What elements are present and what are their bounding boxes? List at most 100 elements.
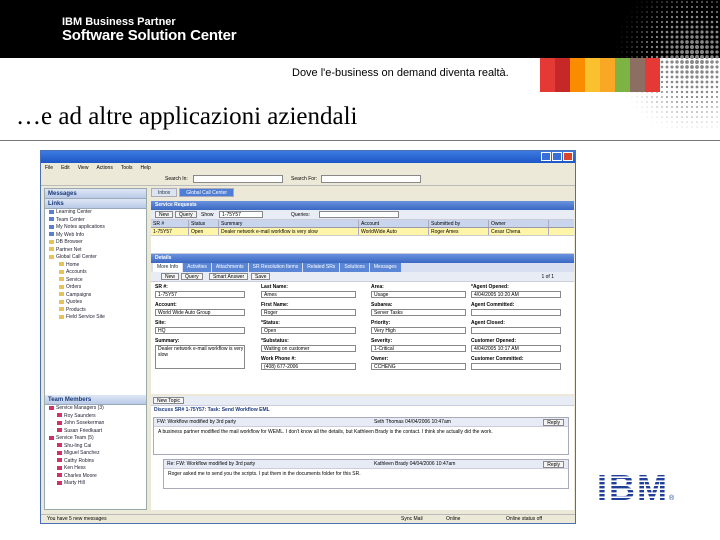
menu-view[interactable]: View — [78, 165, 89, 171]
link-item[interactable]: Campaigns — [45, 292, 146, 300]
sr-grid-row[interactable]: 1-75Y57 Open Dealer network e-mail workflo… — [151, 228, 574, 236]
team-item[interactable]: Service Team (5) — [45, 435, 146, 443]
search-for-input[interactable] — [321, 175, 421, 183]
pattern-dot — [680, 80, 684, 84]
tab-inbox[interactable]: Inbox — [151, 188, 178, 197]
severity-field[interactable]: 1-Critical — [371, 345, 466, 352]
pattern-dot — [670, 40, 674, 44]
pattern-dot — [711, 116, 713, 118]
show-select[interactable]: 1-75Y57 — [219, 211, 263, 218]
new-topic-button[interactable]: New Topic — [153, 397, 184, 404]
sr-column-header[interactable]: Submitted by — [429, 220, 489, 227]
team-item[interactable]: Miguel Sanchez — [45, 450, 146, 458]
link-item[interactable]: Global Call Center — [45, 254, 146, 262]
memo-1-subject[interactable]: FW: Workflow modified by 3rd party — [157, 419, 236, 425]
details-subtab[interactable]: Attachments — [211, 263, 248, 272]
link-item[interactable]: Quotes — [45, 299, 146, 307]
menu-edit[interactable]: Edit — [61, 165, 70, 171]
link-item[interactable]: Orders — [45, 284, 146, 292]
team-item[interactable]: Ken Hess — [45, 465, 146, 473]
link-item[interactable]: Home — [45, 262, 146, 270]
sr-column-header[interactable]: Summary — [219, 220, 359, 227]
messages-header[interactable]: Messages — [45, 189, 146, 199]
details-subtab[interactable]: Solutions — [340, 263, 369, 272]
team-item[interactable]: Cathy Robins — [45, 458, 146, 466]
link-item[interactable]: Products — [45, 307, 146, 315]
priority-field[interactable]: Very High — [371, 327, 466, 334]
customer-committed-field[interactable] — [471, 363, 561, 370]
agent-opened-field[interactable]: 4/04/2005 10:20 AM — [471, 291, 561, 298]
tab-global-call-center[interactable]: Global Call Center — [179, 188, 235, 197]
sr-column-header[interactable]: Account — [359, 220, 429, 227]
status-field[interactable]: Open — [261, 327, 356, 334]
link-item[interactable]: Accounts — [45, 269, 146, 277]
menu-actions[interactable]: Actions — [96, 165, 112, 171]
memo-2-reply-button[interactable]: Reply — [543, 461, 564, 468]
work-phone-field[interactable]: (408) 677-2006 — [261, 363, 356, 370]
area-field[interactable]: Usage — [371, 291, 466, 298]
team-item[interactable]: Marty Hill — [45, 480, 146, 488]
close-icon[interactable] — [563, 152, 573, 161]
queries-select[interactable] — [319, 211, 399, 218]
details-subtab[interactable]: Messages — [369, 263, 401, 272]
menu-help[interactable]: Help — [141, 165, 151, 171]
team-item[interactable]: Shu-ling Cai — [45, 443, 146, 451]
team-members-header[interactable]: Team Members — [45, 395, 146, 405]
agent-closed-field[interactable] — [471, 327, 561, 334]
owner-field[interactable]: CCHENG — [371, 363, 466, 370]
link-item[interactable]: My Web Info — [45, 232, 146, 240]
details-subtab[interactable]: Related SRs — [303, 263, 340, 272]
team-item[interactable]: John Sosekerman — [45, 420, 146, 428]
link-item[interactable]: Field Service Site — [45, 314, 146, 322]
details-new-button[interactable]: New — [161, 273, 180, 280]
team-item[interactable]: Susan Friedkaart — [45, 428, 146, 436]
team-item[interactable]: Service Managers (3) — [45, 405, 146, 413]
maximize-icon[interactable] — [552, 152, 562, 161]
link-item[interactable]: Learning Center — [45, 209, 146, 217]
pattern-dot — [636, 21, 638, 23]
agent-committed-field[interactable] — [471, 309, 561, 316]
link-item[interactable]: Service — [45, 277, 146, 285]
link-label: Quotes — [66, 299, 83, 305]
search-in-field[interactable] — [193, 175, 283, 183]
details-save-button[interactable]: Save — [251, 273, 271, 280]
links-header[interactable]: Links — [45, 199, 146, 209]
first-name-field[interactable]: Roger — [261, 309, 356, 316]
sr-field[interactable]: 1-75Y57 — [155, 291, 245, 298]
link-item[interactable]: DB Browser — [45, 239, 146, 247]
details-subtab[interactable]: SR Resolution Items — [248, 263, 303, 272]
link-item[interactable]: Team Center — [45, 217, 146, 225]
summary-field[interactable]: Dealer network e-mail workflow is very s… — [155, 345, 245, 369]
smart-answer-button[interactable]: Smart Answer — [209, 273, 249, 280]
link-item[interactable]: Partner Net — [45, 247, 146, 255]
pattern-dot — [670, 75, 674, 79]
customer-opened-field[interactable]: 4/04/2005 10:17 AM — [471, 345, 561, 352]
details-subtab[interactable]: Activities — [183, 263, 211, 272]
menu-tools[interactable]: Tools — [121, 165, 133, 171]
sr-column-header[interactable]: Owner — [489, 220, 549, 227]
pattern-dot — [681, 101, 683, 103]
query-sr-button[interactable]: Query — [175, 211, 197, 218]
substatus-field[interactable]: Waiting on customer — [261, 345, 356, 352]
thread-title[interactable]: Discuss SR# 1-75Y57: Task: Send Workflow… — [151, 406, 574, 415]
sr-column-header[interactable]: Status — [189, 220, 219, 227]
minimize-icon[interactable] — [541, 152, 551, 161]
details-subtab[interactable]: More Info — [153, 263, 183, 272]
sr-column-header[interactable]: SR # — [151, 220, 189, 227]
pattern-dot — [675, 80, 679, 84]
pattern-dot — [690, 20, 694, 24]
team-item[interactable]: Roy Saunders — [45, 413, 146, 421]
details-query-button[interactable]: Query — [181, 273, 203, 280]
account-field[interactable]: World Wide Auto Group — [155, 309, 245, 316]
team-item[interactable]: Charles Moore — [45, 473, 146, 481]
memo-2-subject[interactable]: Re: FW: Workflow modified by 3rd party — [167, 461, 255, 467]
menu-file[interactable]: File — [45, 165, 53, 171]
last-name-field[interactable]: Ames — [261, 291, 356, 298]
subarea-field[interactable]: Server Tasks — [371, 309, 466, 316]
new-sr-button[interactable]: New — [155, 211, 174, 218]
sync-mail-button[interactable]: Sync Mail — [401, 515, 423, 523]
memo-1-reply-button[interactable]: Reply — [543, 419, 564, 426]
site-field[interactable]: HQ — [155, 327, 245, 334]
link-item[interactable]: My Notes applications — [45, 224, 146, 232]
window-titlebar[interactable] — [41, 151, 575, 163]
